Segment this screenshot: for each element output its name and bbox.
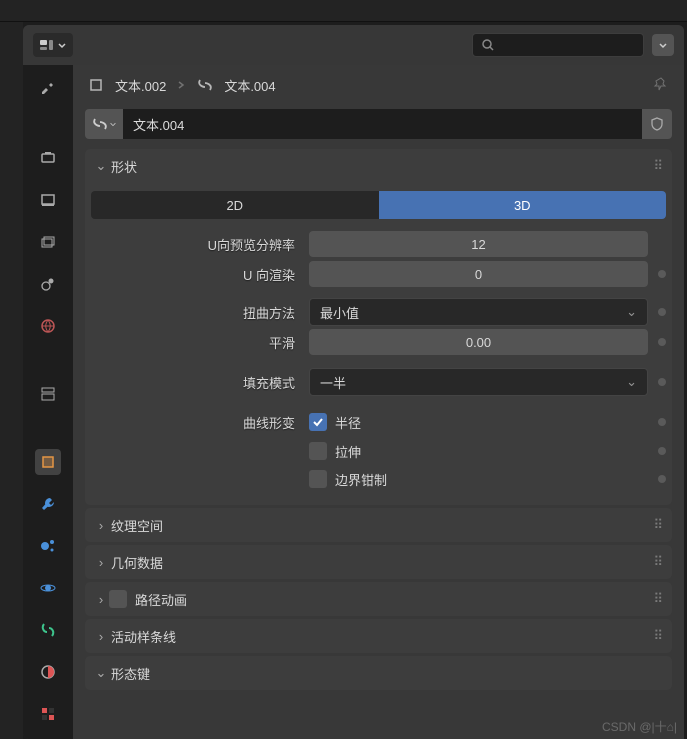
chevron-down-icon: ⌄ [626,304,637,320]
tab-world[interactable] [35,313,61,339]
preview-u-label: U向预览分辨率 [91,235,301,254]
clamp-label: 边界钳制 [335,470,387,489]
object-icon [87,76,105,94]
preview-u-field[interactable]: 12 [309,231,648,257]
breadcrumb-item[interactable]: 文本.004 [224,76,275,95]
fill-label: 填充模式 [91,373,301,392]
mode-2d-button[interactable]: 2D [91,191,379,219]
path-anim-checkbox[interactable] [109,590,127,608]
mode-3d-button[interactable]: 3D [379,191,667,219]
property-tabs [23,65,73,739]
curve-icon [196,76,214,94]
tab-object[interactable] [35,449,61,475]
anim-dot[interactable] [658,447,666,455]
twist-select[interactable]: 最小值 ⌄ [309,298,648,326]
search-input[interactable] [472,33,644,57]
tab-modifier[interactable] [35,491,61,517]
anim-dot[interactable] [658,378,666,386]
anim-dot[interactable] [658,418,666,426]
breadcrumb-item[interactable]: 文本.002 [115,76,166,95]
section-texture-space[interactable]: ›纹理空间⠿ [85,508,672,542]
radius-checkbox[interactable] [309,413,327,431]
render-u-field[interactable]: 0 [309,261,648,287]
stretch-checkbox[interactable] [309,442,327,460]
tab-tool[interactable] [35,77,61,103]
tab-scene[interactable] [35,271,61,297]
tab-output[interactable] [35,187,61,213]
tab-data[interactable] [35,659,61,685]
datablock-icon[interactable] [85,109,123,139]
options-button[interactable] [652,34,674,56]
deform-label: 曲线形变 [91,413,301,432]
clamp-checkbox[interactable] [309,470,327,488]
watermark: CSDN @|十⌂| [602,718,677,735]
section-title: 形状 [111,157,137,176]
section-path-anim[interactable]: ›路径动画⠿ [85,582,672,616]
pin-icon[interactable] [652,76,670,94]
anim-dot[interactable] [658,270,666,278]
tab-viewlayer[interactable] [35,229,61,255]
breadcrumb: 文本.002 文本.004 [73,65,684,105]
twist-label: 扭曲方法 [91,303,301,322]
anim-dot[interactable] [658,338,666,346]
tab-collection[interactable] [35,381,61,407]
tab-particles[interactable] [35,533,61,559]
fake-user-button[interactable] [642,109,672,139]
tab-constraint[interactable] [35,617,61,643]
section-shape-keys[interactable]: ⌄形态键 [85,656,672,690]
radius-label: 半径 [335,413,361,432]
tab-physics[interactable] [35,575,61,601]
search-icon [481,38,495,52]
smooth-label: 平滑 [91,333,301,352]
render-u-label: U 向渲染 [91,265,301,284]
smooth-field[interactable]: 0.00 [309,329,648,355]
stretch-label: 拉伸 [335,442,361,461]
chevron-down-icon: ⌄ [93,158,109,174]
editor-type-selector[interactable] [33,33,73,57]
anim-dot[interactable] [658,475,666,483]
tab-material[interactable] [35,701,61,727]
object-name-field[interactable] [123,109,642,139]
drag-grip-icon[interactable]: ⠿ [653,158,664,174]
tab-render[interactable] [35,145,61,171]
chevron-down-icon: ⌄ [626,374,637,390]
anim-dot[interactable] [658,308,666,316]
shield-icon [649,116,665,132]
fill-select[interactable]: 一半 ⌄ [309,368,648,396]
section-geometry[interactable]: ›几何数据⠿ [85,545,672,579]
section-shape-header[interactable]: ⌄ 形状 ⠿ [85,149,672,183]
chevron-right-icon [176,80,186,90]
section-active-spline[interactable]: ›活动样条线⠿ [85,619,672,653]
header-bar [23,25,684,65]
